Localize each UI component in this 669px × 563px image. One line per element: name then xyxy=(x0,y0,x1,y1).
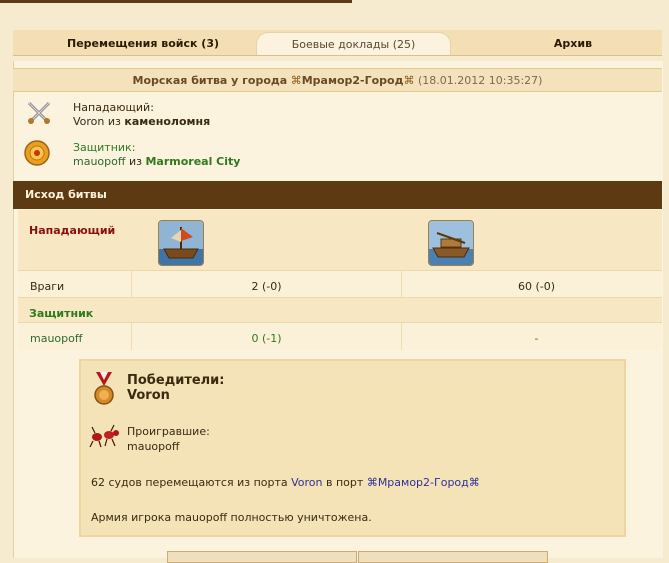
defender-row-name[interactable]: mauopoff xyxy=(30,332,82,345)
report-tabs: Перемещения войск (3) Боевые доклады (25… xyxy=(13,30,662,56)
bottom-button-right[interactable] xyxy=(358,551,548,563)
defeated-ants-icon xyxy=(89,423,121,449)
crossed-swords-icon xyxy=(25,99,53,127)
bottom-button-left[interactable] xyxy=(167,551,357,563)
defender-location[interactable]: Marmoreal City xyxy=(145,155,240,168)
winner-name[interactable]: Voron xyxy=(127,388,170,403)
unit-header-row xyxy=(18,210,662,270)
attacker-name[interactable]: Voron xyxy=(73,115,104,128)
attacker-role-label: Нападающий: xyxy=(73,101,154,114)
shield-target-icon xyxy=(23,139,51,167)
top-divider xyxy=(0,0,352,3)
defender-unit2-count: - xyxy=(534,332,539,345)
defender-section-label: Защитник xyxy=(29,307,94,320)
winners-label: Победители: xyxy=(127,373,225,388)
title-prefix: Морская битва у города xyxy=(132,74,288,87)
ships-mid: в порт xyxy=(326,476,364,489)
battle-table: Нападающий Враги 2 (-0) 60 (-0) Защитник… xyxy=(18,210,662,350)
tab-battle-reports[interactable]: Боевые доклады (25) xyxy=(256,32,451,55)
warship-ballista-icon xyxy=(428,220,474,266)
battle-summary: Победители: Voron Проигравшие: mauopoff … xyxy=(79,359,626,537)
defender-info: Защитник: mauopoff из Marmoreal City xyxy=(73,141,240,169)
enemy-row-name: Враги xyxy=(30,280,65,293)
attacker-section-label: Нападающий xyxy=(29,224,116,237)
city-icon: ⌘ xyxy=(468,476,480,489)
defender-role-label: Защитник: xyxy=(73,141,136,154)
loser-name[interactable]: mauopoff xyxy=(127,440,179,453)
ships-to-link[interactable]: Мрамор2-Город xyxy=(378,476,469,489)
attacker-info: Нападающий: Voron из каменоломня xyxy=(73,101,210,129)
tab-troop-movements[interactable]: Перемещения войск (3) xyxy=(43,32,243,54)
losers-label: Проигравшие: xyxy=(127,425,210,438)
tab-archive[interactable]: Архив xyxy=(513,32,633,54)
ships-movement-text: 62 судов перемещаются из порта Voron в п… xyxy=(91,476,480,489)
medal-icon xyxy=(92,372,116,406)
attacker-from: из xyxy=(107,115,121,128)
city-icon: ⌘ xyxy=(366,476,378,489)
ships-prefix: 62 судов перемещаются из порта xyxy=(91,476,288,489)
enemy-unit2-count: 60 (-0) xyxy=(517,280,556,293)
city-icon: ⌘ xyxy=(403,74,415,87)
ships-from-link[interactable]: Voron xyxy=(291,476,322,489)
warship-ram-icon xyxy=(158,220,204,266)
attacker-location[interactable]: каменоломня xyxy=(124,115,210,128)
defender-name[interactable]: mauopoff xyxy=(73,155,125,168)
report-datetime: (18.01.2012 10:35:27) xyxy=(418,74,543,87)
army-destroyed-text: Армия игрока mauopoff полностью уничтоже… xyxy=(91,511,372,524)
battle-outcome-header: Исход битвы xyxy=(13,181,662,209)
city-name[interactable]: Мрамор2-Город xyxy=(302,74,404,87)
defender-unit1-count: 0 (-1) xyxy=(251,332,282,345)
report-title: Морская битва у города ⌘Мрамор2-Город⌘ (… xyxy=(13,68,662,92)
defender-from: из xyxy=(128,155,142,168)
enemy-unit1-count: 2 (-0) xyxy=(251,280,282,293)
city-icon: ⌘ xyxy=(290,74,302,87)
